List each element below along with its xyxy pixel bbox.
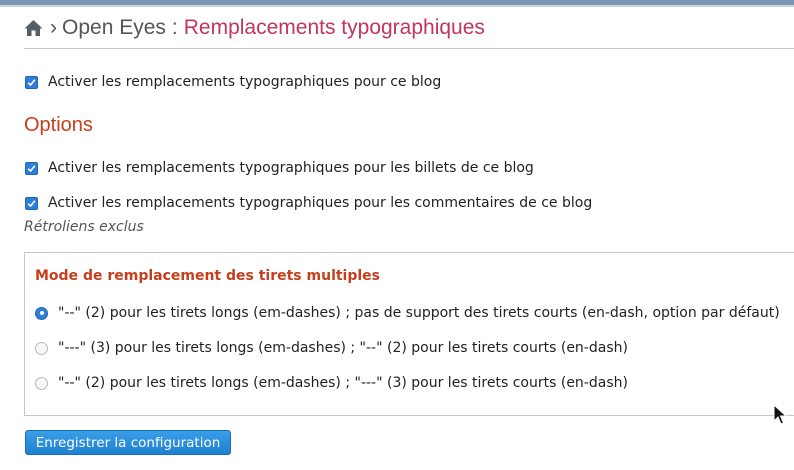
checkmark-icon [27,78,36,86]
options-heading: Options [24,114,93,136]
checkmark-icon [27,199,36,207]
enable-comments-label[interactable]: Activer les remplacements typographiques… [48,195,592,211]
enable-blog-label[interactable]: Activer les remplacements typographiques… [48,74,441,90]
save-configuration-button[interactable]: Enregistrer la configuration [25,430,231,455]
enable-comments-checkbox[interactable] [25,196,38,210]
enable-blog-checkbox[interactable] [25,75,38,89]
dash-mode-radio-1[interactable] [35,306,48,320]
mouse-pointer-icon [773,404,787,425]
enable-posts-option[interactable]: Activer les remplacements typographiques… [25,160,534,176]
dash-mode-radio-3[interactable] [35,376,48,390]
home-icon[interactable] [24,19,43,37]
dash-mode-label-1[interactable]: "--" (2) pour les tirets longs (em-dashe… [58,305,780,321]
dash-mode-label-3[interactable]: "--" (2) pour les tirets longs (em-dashe… [58,375,628,391]
window-top-strip-highlight [0,5,794,7]
dash-mode-label-2[interactable]: "---" (3) pour les tirets longs (em-dash… [58,340,628,356]
enable-posts-label[interactable]: Activer les remplacements typographiques… [48,160,534,176]
breadcrumb-separator: › [50,16,57,39]
dash-mode-option-2[interactable]: "---" (3) pour les tirets longs (em-dash… [35,340,628,356]
dash-mode-option-1[interactable]: "--" (2) pour les tirets longs (em-dashe… [35,305,780,321]
breadcrumb: › Open Eyes : Remplacements typographiqu… [24,14,485,42]
enable-blog-option[interactable]: Activer les remplacements typographiques… [25,74,441,90]
dash-mode-option-3[interactable]: "--" (2) pour les tirets longs (em-dashe… [35,375,628,391]
header-divider [24,48,794,49]
dash-mode-legend: Mode de remplacement des tirets multiple… [35,268,381,284]
breadcrumb-blog-name[interactable]: Open Eyes [62,16,166,40]
enable-posts-checkbox[interactable] [25,161,38,175]
page-title: Remplacements typographiques [183,16,485,39]
dash-mode-radio-2[interactable] [35,341,48,355]
checkmark-icon [27,164,36,172]
breadcrumb-colon: : [171,16,178,39]
trackbacks-excluded-note: Rétroliens exclus [24,219,144,235]
enable-comments-option[interactable]: Activer les remplacements typographiques… [25,195,592,211]
